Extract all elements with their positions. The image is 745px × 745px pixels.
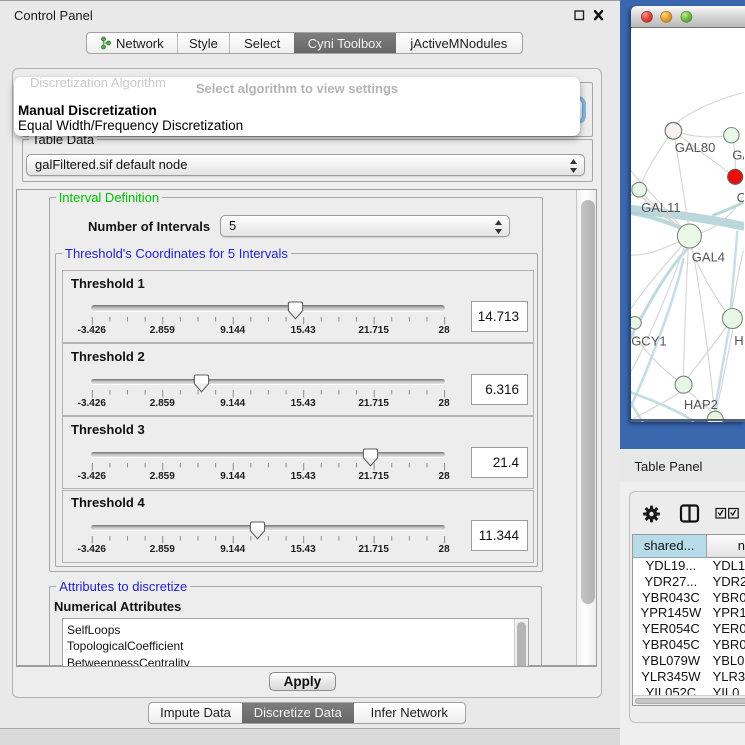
svg-text:28: 28 (439, 325, 451, 336)
svg-text:15.43: 15.43 (291, 398, 316, 409)
svg-text:21.715: 21.715 (358, 544, 389, 555)
svg-text:2.859: 2.859 (150, 471, 175, 482)
svg-text:9.144: 9.144 (220, 471, 245, 482)
svg-text:2.859: 2.859 (150, 325, 175, 336)
svg-text:HAP2: HAP2 (684, 396, 718, 411)
svg-text:-3.426: -3.426 (78, 398, 107, 409)
svg-text:21.715: 21.715 (358, 471, 389, 482)
svg-text:15.43: 15.43 (291, 544, 316, 555)
svg-text:15.43: 15.43 (291, 325, 316, 336)
svg-text:9.144: 9.144 (220, 325, 245, 336)
svg-text:-3.426: -3.426 (78, 325, 107, 336)
svg-text:28: 28 (439, 471, 451, 482)
svg-text:21.715: 21.715 (358, 325, 389, 336)
svg-text:GAL11: GAL11 (641, 200, 681, 215)
svg-text:28: 28 (439, 398, 451, 409)
svg-text:HIS: HIS (735, 333, 745, 348)
svg-text:9.144: 9.144 (220, 398, 245, 409)
svg-text:CDC: CDC (737, 190, 744, 205)
svg-text:21.715: 21.715 (358, 398, 389, 409)
svg-text:15.43: 15.43 (291, 471, 316, 482)
svg-text:-3.426: -3.426 (78, 471, 107, 482)
svg-text:GAL: GAL (733, 147, 745, 162)
svg-text:28: 28 (439, 544, 451, 555)
svg-text:9.144: 9.144 (220, 544, 245, 555)
svg-text:GCY1: GCY1 (632, 333, 667, 348)
svg-text:GAL4: GAL4 (692, 249, 725, 264)
svg-text:2.859: 2.859 (150, 398, 175, 409)
svg-text:2.859: 2.859 (150, 544, 175, 555)
svg-text:GAL80: GAL80 (675, 140, 715, 155)
svg-text:-3.426: -3.426 (78, 544, 107, 555)
